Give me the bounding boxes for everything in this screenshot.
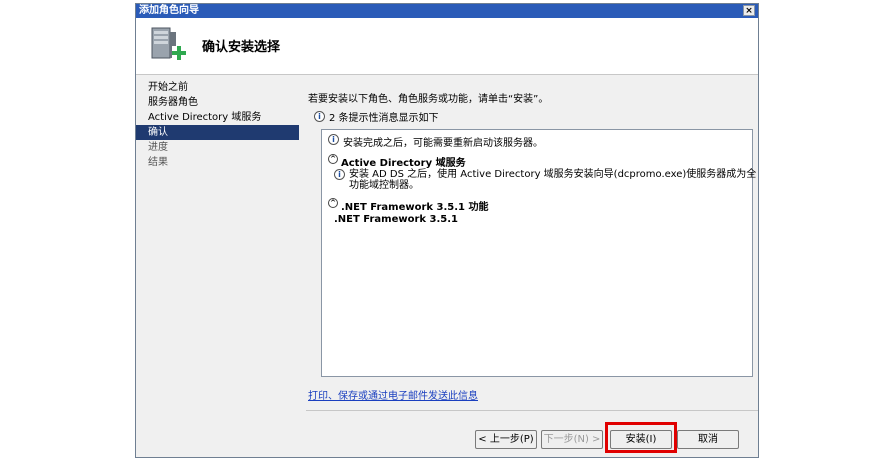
content-pane: 若要安装以下角色、角色服务或功能，请单击“安装”。 i 2 条提示性消息显示如下… bbox=[306, 76, 758, 457]
info-icon: i bbox=[314, 111, 325, 122]
info-count-text: 2 条提示性消息显示如下 bbox=[329, 113, 439, 124]
collapse-icon[interactable]: ^ bbox=[328, 198, 338, 208]
section-title: .NET Framework 3.5.1 功能 bbox=[341, 202, 489, 213]
info-icon: i bbox=[334, 169, 345, 180]
title-bar: 添加角色向导 × bbox=[136, 4, 758, 18]
print-save-email-link[interactable]: 打印、保存或通过电子邮件发送此信息 bbox=[308, 387, 478, 402]
nav-item-server-roles[interactable]: 服务器角色 bbox=[136, 95, 299, 110]
section-title: Active Directory 域服务 bbox=[341, 158, 466, 169]
list-item: i 安装完成之后，可能需要重新启动该服务器。 bbox=[328, 134, 543, 149]
list-item: i 安装 AD DS 之后，使用 Active Directory 域服务安装向… bbox=[334, 169, 756, 191]
restart-note: 安装完成之后，可能需要重新启动该服务器。 bbox=[343, 138, 543, 149]
ad-ds-detail-line1: 安装 AD DS 之后，使用 Active Directory 域服务安装向导(… bbox=[349, 169, 757, 180]
nav-item-before-you-begin[interactable]: 开始之前 bbox=[136, 80, 299, 95]
nav-item-confirmation[interactable]: 确认 bbox=[136, 125, 299, 140]
info-count: i 2 条提示性消息显示如下 bbox=[314, 109, 439, 124]
list-item: .NET Framework 3.5.1 bbox=[334, 214, 458, 225]
net-framework-item: .NET Framework 3.5.1 bbox=[334, 214, 459, 225]
wizard-header: 确认安装选择 bbox=[136, 18, 758, 75]
confirmation-list[interactable]: i 安装完成之后，可能需要重新启动该服务器。 ^ Active Director… bbox=[321, 129, 756, 377]
divider bbox=[306, 410, 758, 411]
back-button[interactable]: < 上一步(P) bbox=[475, 430, 537, 449]
cancel-button[interactable]: 取消 bbox=[677, 430, 739, 449]
section-header-ad-ds[interactable]: ^ Active Directory 域服务 bbox=[328, 154, 466, 169]
add-roles-wizard-window: 添加角色向导 × 确认安装选择 开始之前 服务器角色 Active Direct… bbox=[135, 3, 759, 458]
wizard-steps-nav: 开始之前 服务器角色 Active Directory 域服务 确认 进度 结果 bbox=[136, 76, 299, 457]
server-add-icon bbox=[151, 27, 186, 60]
section-header-net-framework[interactable]: ^ .NET Framework 3.5.1 功能 bbox=[328, 198, 489, 213]
nav-item-ad-ds[interactable]: Active Directory 域服务 bbox=[136, 110, 299, 125]
intro-text: 若要安装以下角色、角色服务或功能，请单击“安装”。 bbox=[308, 94, 549, 105]
collapse-icon[interactable]: ^ bbox=[328, 154, 338, 164]
next-button: 下一步(N) > bbox=[541, 430, 603, 449]
page-title: 确认安装选择 bbox=[202, 40, 281, 55]
info-icon: i bbox=[328, 134, 339, 145]
close-button[interactable]: × bbox=[743, 5, 755, 16]
nav-item-results: 结果 bbox=[148, 157, 168, 168]
ad-ds-detail-line2: 功能域控制器。 bbox=[349, 180, 419, 191]
nav-item-progress: 进度 bbox=[148, 142, 168, 153]
install-highlight-box bbox=[605, 422, 677, 453]
window-title: 添加角色向导 bbox=[139, 5, 199, 16]
